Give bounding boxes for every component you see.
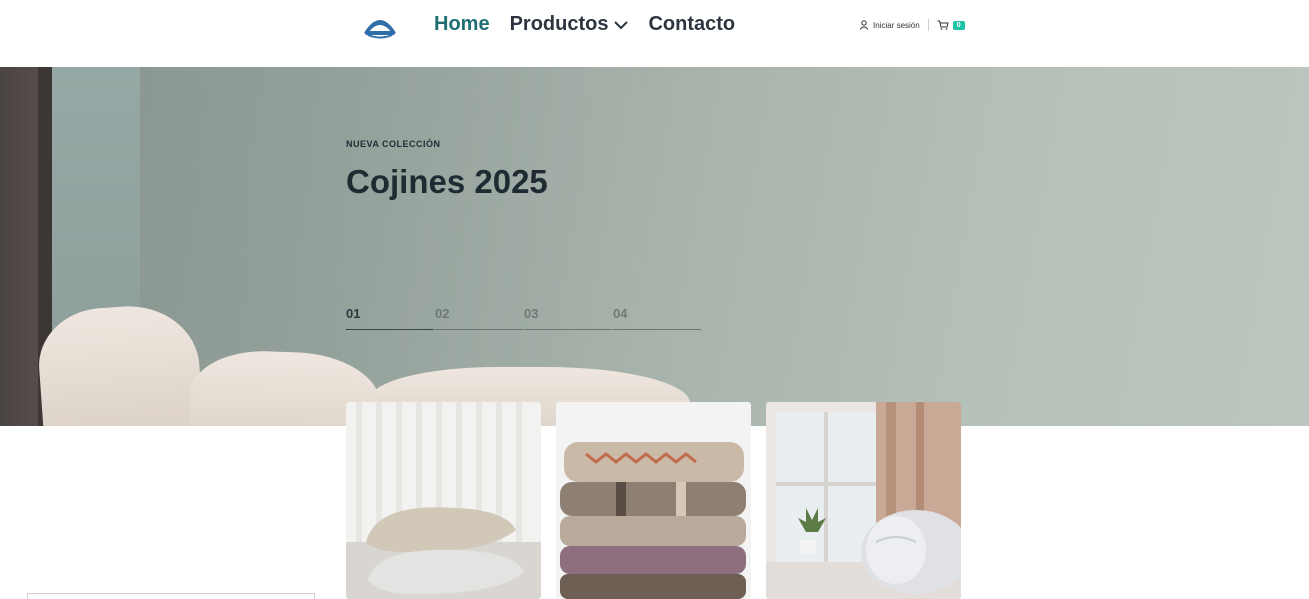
login-link[interactable]: Iniciar sesión	[873, 21, 920, 30]
hero-banner: NUEVA COLECCIÓN Cojines 2025 01 02 03 04	[0, 67, 1309, 426]
nav-productos-label: Productos	[509, 13, 609, 35]
site-header: Home Productos Contacto Iniciar sesión 0	[0, 0, 1309, 67]
cart-count-badge: 0	[952, 20, 965, 30]
nav-contacto[interactable]: Contacto	[648, 13, 735, 36]
cart-button[interactable]: 0	[937, 20, 965, 30]
main-nav: Home Productos Contacto	[434, 13, 755, 36]
slide-tab-02[interactable]: 02	[435, 305, 523, 330]
slide-tab-03[interactable]: 03	[524, 305, 612, 330]
nav-contacto-label: Contacto	[648, 13, 736, 35]
user-icon	[859, 20, 869, 30]
slide-tab-04[interactable]: 04	[613, 305, 701, 330]
slide-pagination: 01 02 03 04	[346, 305, 701, 330]
cart-icon	[937, 20, 949, 30]
account-area: Iniciar sesión 0	[859, 19, 965, 31]
nav-productos[interactable]: Productos	[510, 13, 629, 36]
hero-title: Cojines 2025	[346, 163, 548, 200]
nav-home-label: Home	[434, 13, 490, 35]
product-card-pillows[interactable]	[346, 402, 541, 599]
nav-home[interactable]: Home	[434, 13, 490, 36]
product-grid	[346, 402, 976, 599]
divider	[927, 19, 929, 31]
logo-icon[interactable]	[362, 13, 398, 39]
bottom-panel-edge	[27, 593, 315, 599]
product-card-duvet[interactable]	[766, 402, 961, 599]
product-card-blankets[interactable]	[556, 402, 751, 599]
folded-blankets-photo	[556, 402, 751, 599]
slide-tab-01[interactable]: 01	[346, 305, 434, 330]
chevron-down-icon	[614, 20, 629, 29]
pillows-stack-photo	[346, 402, 541, 599]
hero-eyebrow: NUEVA COLECCIÓN	[346, 139, 441, 149]
rolled-duvet-window-photo	[766, 402, 961, 599]
